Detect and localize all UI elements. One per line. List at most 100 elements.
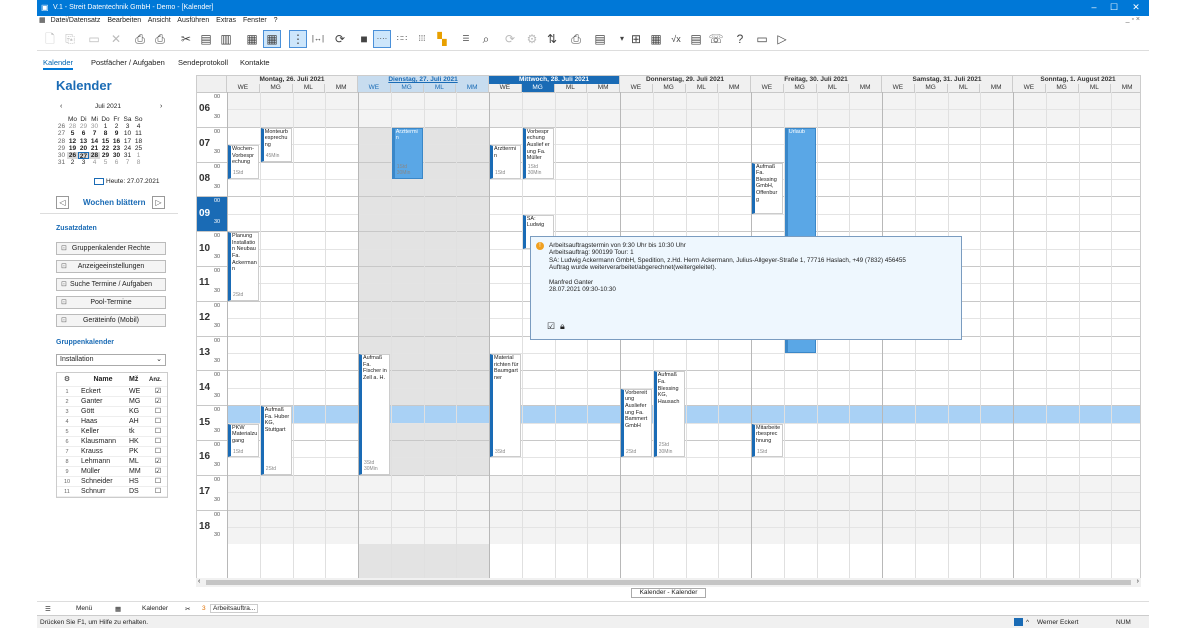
col-show-header[interactable]: Anz. bbox=[149, 373, 167, 386]
next-month-icon[interactable]: › bbox=[160, 103, 162, 110]
col-name-header[interactable]: Name bbox=[77, 373, 129, 386]
formula-icon[interactable]: √x bbox=[667, 30, 685, 48]
sort-icon[interactable]: ⇅ bbox=[543, 30, 561, 48]
show-checkbox[interactable]: ☐ bbox=[149, 437, 167, 446]
mini-day[interactable]: 8 bbox=[100, 130, 111, 137]
tab-kontakte[interactable]: Kontakte bbox=[240, 58, 270, 67]
appointment[interactable]: Vorbespr echung Auslief er ung Fa. Mülle… bbox=[522, 127, 554, 179]
appointment[interactable]: Aufmaß Fa. Blessing GmbH, Offenbur g bbox=[752, 162, 783, 214]
mini-day[interactable]: 2 bbox=[111, 123, 122, 130]
show-checkbox[interactable]: ☑ bbox=[149, 467, 167, 476]
view4-icon[interactable]: ⁞⁞⁞ bbox=[413, 30, 431, 48]
copy-icon[interactable]: ⎘ bbox=[61, 30, 79, 48]
show-checkbox[interactable]: ☐ bbox=[149, 407, 167, 416]
mini-day[interactable]: 21 bbox=[89, 145, 100, 152]
next-week-button[interactable]: ▷ bbox=[152, 196, 165, 209]
mdi-controls-icon[interactable]: _ ▫ × bbox=[1126, 16, 1140, 23]
minimize-icon[interactable]: – bbox=[1083, 2, 1105, 12]
suche-termine-button[interactable]: ⊡ Suche Termine / Aufgaben bbox=[56, 278, 166, 291]
table-row[interactable]: 4 Haas AH ☐ bbox=[57, 417, 167, 427]
bottom-tab-menu[interactable]: Menü bbox=[76, 605, 92, 612]
view1-icon[interactable]: ■ bbox=[355, 30, 373, 48]
mini-day[interactable]: 5 bbox=[100, 159, 111, 166]
time-scale-icon[interactable]: ⋮ bbox=[289, 30, 307, 48]
gear-icon[interactable]: ⚙ bbox=[57, 373, 77, 386]
menu-list-icon[interactable]: ☰ bbox=[45, 605, 51, 613]
day-header[interactable]: Donnerstag, 29. Juli 2021 bbox=[620, 76, 751, 84]
appointment[interactable]: PKW Materialzu gang 1Std bbox=[228, 423, 259, 458]
clipboard-icon[interactable]: ▤ bbox=[197, 30, 215, 48]
scroll-thumb[interactable] bbox=[206, 580, 1131, 585]
mini-day[interactable]: 26 bbox=[67, 151, 78, 160]
show-checkbox[interactable]: ☐ bbox=[149, 447, 167, 456]
table-row[interactable]: 10 Schneider HS ☐ bbox=[57, 477, 167, 487]
table-row[interactable]: 9 Müller MM ☑ bbox=[57, 467, 167, 477]
mini-day[interactable]: 25 bbox=[133, 145, 144, 152]
mini-day[interactable]: 19 bbox=[67, 145, 78, 152]
mini-day[interactable]: 30 bbox=[89, 123, 100, 130]
view3-icon[interactable]: ∷∷ bbox=[393, 30, 411, 48]
show-checkbox[interactable]: ☑ bbox=[149, 397, 167, 406]
tab-kalender[interactable]: Kalender bbox=[43, 58, 74, 70]
appointment[interactable]: Mitarbeite rbesprec hnung 1Std bbox=[752, 423, 783, 458]
mini-day[interactable]: 29 bbox=[78, 123, 89, 130]
show-checkbox[interactable]: ☐ bbox=[149, 427, 167, 436]
tab-postfaecher[interactable]: Postfächer / Aufgaben bbox=[91, 58, 165, 67]
geraeteinfo-button[interactable]: ⊡ Geräteinfo (Mobil) bbox=[56, 314, 166, 327]
new-icon[interactable]: 🗋 bbox=[41, 30, 59, 48]
mini-day[interactable]: 14 bbox=[89, 138, 100, 145]
calendar-grid-icon[interactable]: ▦ bbox=[115, 605, 121, 613]
table-row[interactable]: 11 Schnurr DS ☐ bbox=[57, 487, 167, 497]
close-icon[interactable]: ✕ bbox=[1125, 2, 1147, 13]
mini-day[interactable]: 9 bbox=[111, 130, 122, 137]
table-row[interactable]: 5 Keller tk ☐ bbox=[57, 427, 167, 437]
layout-icon[interactable]: ▤ bbox=[591, 30, 609, 48]
day-header[interactable]: Dienstag, 27. Juli 2021 bbox=[358, 76, 489, 84]
mini-day[interactable]: 7 bbox=[122, 159, 133, 166]
colors-icon[interactable]: ▚ bbox=[433, 30, 451, 48]
appointment[interactable]: Arzttermi n 1Std 30Min bbox=[391, 127, 423, 179]
appointment[interactable]: Vorbereit ung Ausliefer ung Fa. Bammert … bbox=[621, 388, 652, 458]
day-header[interactable]: Freitag, 30. Juli 2021 bbox=[751, 76, 882, 84]
pool-termine-button[interactable]: ⊡ Pool-Termine bbox=[56, 296, 166, 309]
menu-extras[interactable]: Extras bbox=[216, 17, 236, 24]
list-icon[interactable]: ☰ bbox=[457, 30, 475, 48]
mini-day[interactable]: 1 bbox=[100, 123, 111, 130]
cut-icon[interactable]: ✂ bbox=[177, 30, 195, 48]
mini-day[interactable]: 20 bbox=[78, 145, 89, 152]
mini-day[interactable]: 28 bbox=[67, 123, 78, 130]
mini-day[interactable]: 5 bbox=[67, 130, 78, 137]
prev-month-icon[interactable]: ‹ bbox=[60, 103, 62, 110]
menu-datei[interactable]: Datei/Datensatz bbox=[51, 17, 101, 24]
appointment[interactable]: Aufmaß Fa. Fischer in Zell a. H. 3Std 30M… bbox=[359, 354, 390, 475]
appointment[interactable]: Aufmaß Fa. Huber KG, Stuttgart 2Std bbox=[260, 406, 292, 475]
show-checkbox[interactable]: ☑ bbox=[149, 387, 167, 396]
bottom-tab-arbeitsauftrag[interactable]: Arbeitsauftra... bbox=[210, 604, 259, 613]
prev-week-button[interactable]: ◁ bbox=[56, 196, 69, 209]
document-icon[interactable]: ▤ bbox=[687, 30, 705, 48]
expand-icon[interactable]: |↔| bbox=[309, 30, 327, 48]
appointment[interactable]: Monteurb esprechu ng 45Min bbox=[260, 127, 292, 162]
refresh-icon[interactable]: ⟳ bbox=[331, 30, 349, 48]
print2-icon[interactable]: ⎙ bbox=[567, 30, 585, 48]
mini-day[interactable]: 29 bbox=[100, 152, 111, 159]
search-icon[interactable]: ⌕ bbox=[477, 30, 495, 48]
play-icon[interactable]: ▷ bbox=[773, 30, 791, 48]
col-code-header[interactable]: Mž bbox=[129, 373, 149, 386]
print-icon[interactable]: ⎙ bbox=[151, 30, 169, 48]
menu-help[interactable]: ? bbox=[274, 17, 278, 24]
mini-day[interactable]: 17 bbox=[122, 138, 133, 145]
settings-icon[interactable]: ⚙ bbox=[523, 30, 541, 48]
scroll-right-icon[interactable]: › bbox=[1137, 578, 1139, 585]
show-checkbox[interactable]: ☐ bbox=[149, 487, 167, 496]
mini-day[interactable]: 3 bbox=[78, 159, 89, 166]
chevron-up-icon[interactable]: ^ bbox=[1026, 619, 1029, 626]
mini-day[interactable]: 6 bbox=[111, 159, 122, 166]
calendar-day-icon[interactable]: ▦ bbox=[243, 30, 261, 48]
mini-day[interactable]: 13 bbox=[78, 138, 89, 145]
phone-icon[interactable]: ☏ bbox=[707, 30, 725, 48]
paste-icon[interactable]: ▥ bbox=[217, 30, 235, 48]
day-header[interactable]: Sonntag, 1. August 2021 bbox=[1013, 76, 1140, 84]
appointment[interactable]: Arzttermi n 1Std bbox=[490, 145, 521, 179]
mini-day[interactable]: 4 bbox=[133, 123, 144, 130]
